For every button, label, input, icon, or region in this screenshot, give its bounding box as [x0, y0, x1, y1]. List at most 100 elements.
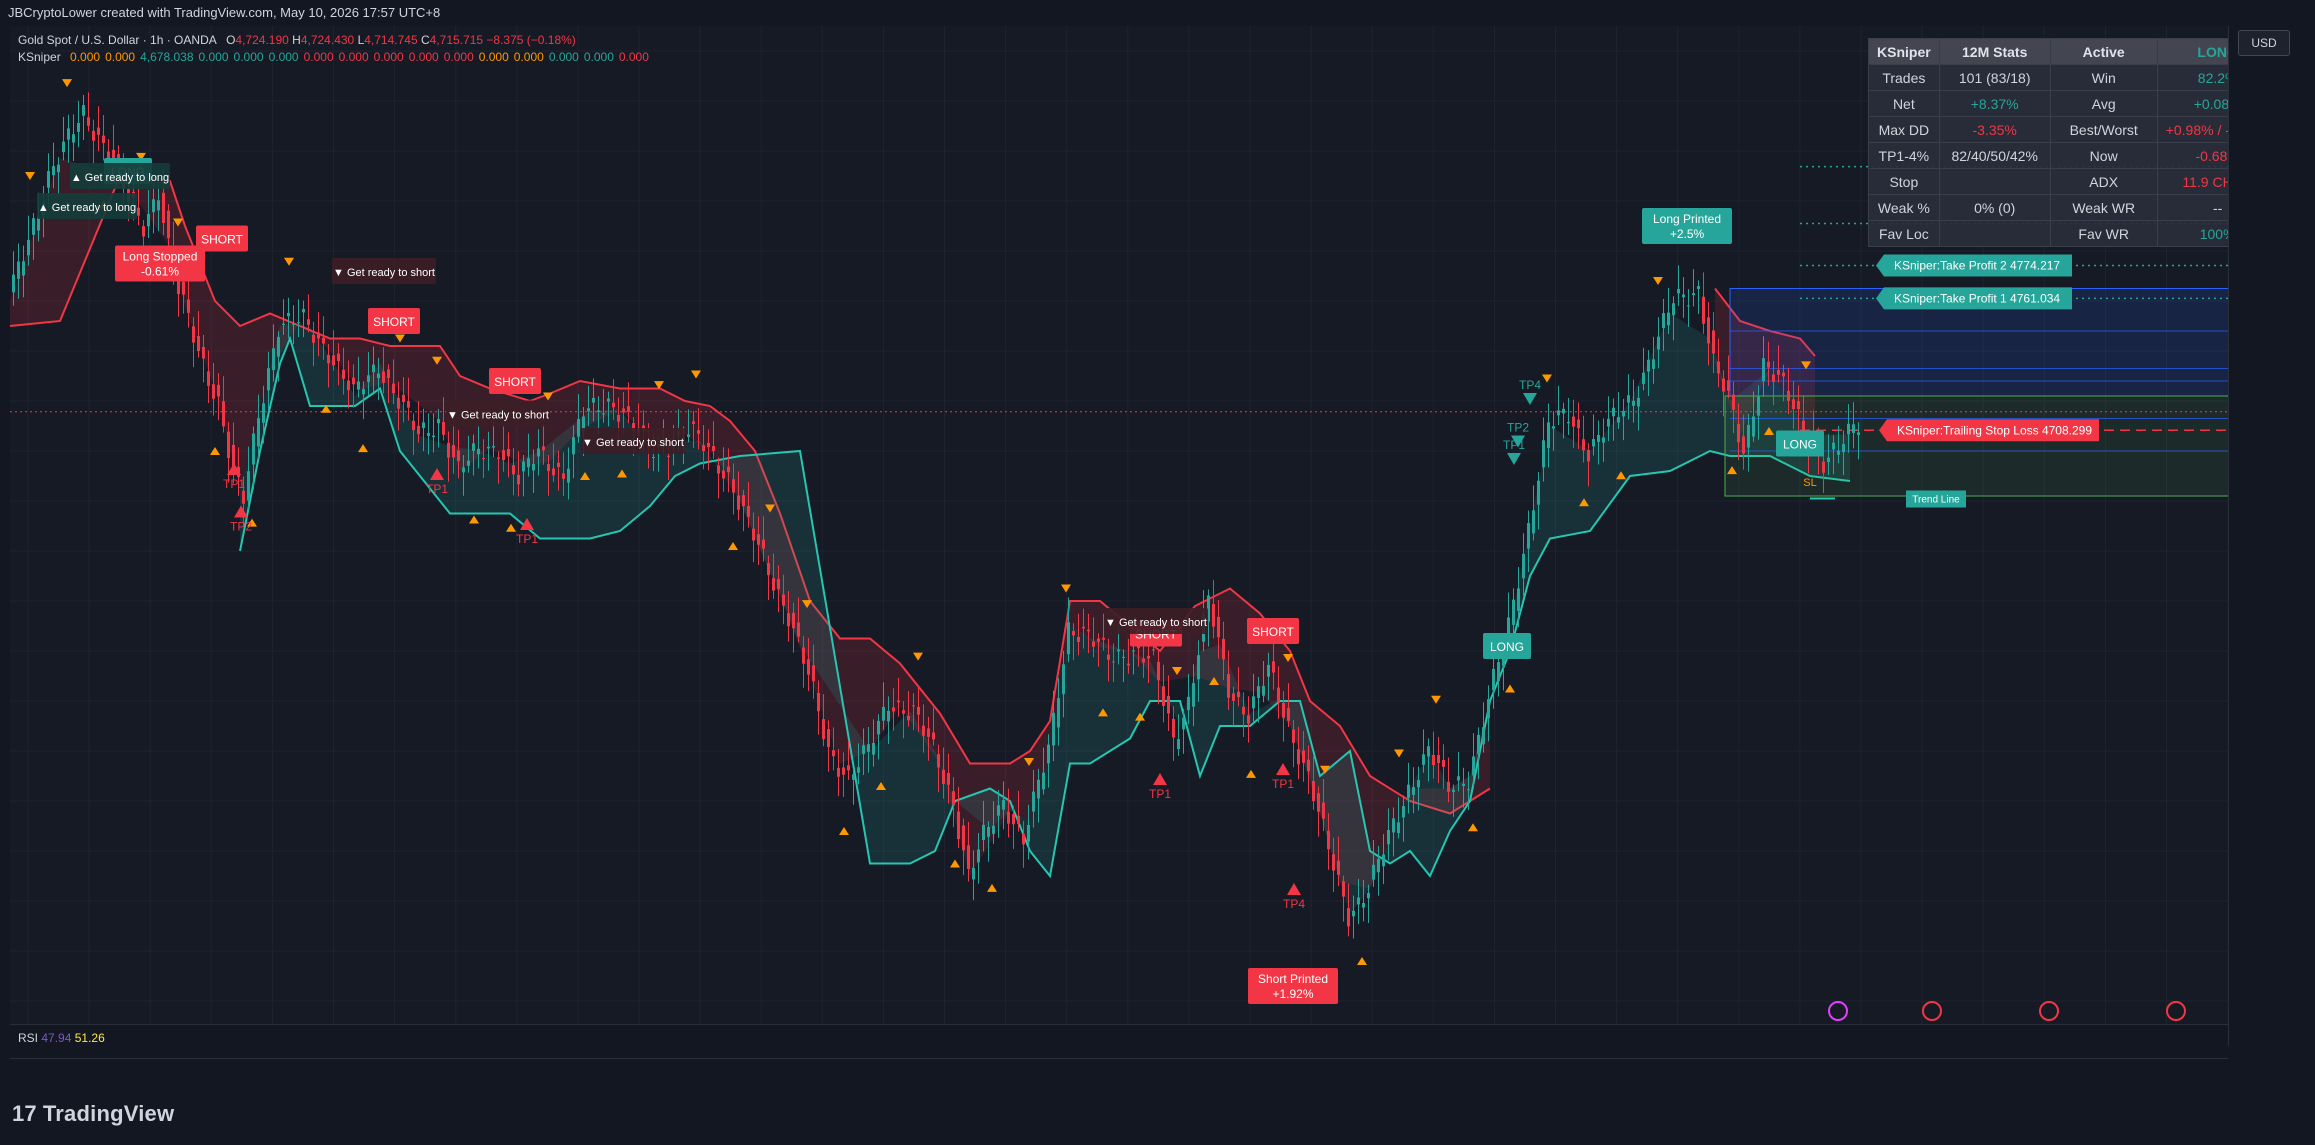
candle-body [767, 563, 770, 576]
indicator-name: KSniper [18, 50, 61, 64]
candle-body [697, 430, 700, 434]
candle-body [1692, 293, 1695, 296]
currency-button[interactable]: USD [2238, 30, 2290, 56]
candle-body [1302, 750, 1305, 763]
candle-body [1837, 450, 1840, 455]
open-value: 4,724.190 [235, 33, 289, 47]
candle-body [412, 420, 415, 431]
signal-triangle [1061, 584, 1071, 593]
candle-body [372, 364, 375, 373]
ready-short-label: ▼ Get ready to short [446, 400, 550, 427]
candle-body [1362, 902, 1365, 908]
candle-body [577, 419, 580, 437]
candle-body [1672, 303, 1675, 316]
candle-body [1492, 668, 1495, 691]
candle-body [1602, 437, 1605, 443]
stats-cell: -3.35% [1938, 116, 2051, 143]
candle-body [1172, 718, 1175, 738]
candle-body [617, 414, 620, 422]
candle-body [537, 448, 540, 457]
candle-body [1002, 799, 1005, 810]
indicator-value: 0.000 [618, 50, 649, 64]
stats-cell: 101 (83/18) [1938, 64, 2051, 91]
candle-body [1152, 649, 1155, 651]
candle-body [147, 213, 150, 227]
candle-body [502, 450, 505, 461]
candle-body [1037, 779, 1040, 799]
signal-triangle [839, 827, 849, 835]
stats-row: Weak % 0% (0) Weak WR -- [1868, 194, 2279, 221]
candle-body [727, 466, 730, 473]
tradingview-brand[interactable]: 17 TradingView [12, 1101, 174, 1127]
ready-short-label-text: ▼ Get ready to short [1105, 617, 1207, 629]
time-axis[interactable] [10, 1058, 2228, 1085]
stats-cell: Fav WR [2049, 220, 2158, 247]
candle-body [967, 845, 970, 869]
candle-body [1222, 638, 1225, 660]
us-flag-event-icon [1922, 1001, 1942, 1021]
candle-body [362, 389, 365, 395]
ready-long-label: ▲ Get ready to long [37, 193, 137, 219]
candle-body [1622, 411, 1625, 417]
short-signal-label-text: SHORT [373, 315, 415, 329]
candle-body [762, 539, 765, 549]
price-axis[interactable] [2228, 26, 2315, 1046]
tp-marker-icon [1523, 393, 1537, 405]
candle-body [607, 398, 610, 402]
tp-marker-label: TP1 [223, 477, 245, 491]
indicator-value: 0.000 [338, 50, 369, 64]
candle-body [1677, 288, 1680, 294]
candle-body [892, 707, 895, 712]
candle-body [907, 715, 910, 721]
tp-marker-label: TP1 [516, 532, 538, 546]
candle-body [1727, 380, 1730, 391]
candle-body [772, 578, 775, 591]
level-label-text: KSniper:Take Profit 1 4761.034 [1894, 291, 2060, 305]
candle-body [997, 805, 1000, 816]
candle-body [1167, 695, 1170, 714]
indicator-value: 0.000 [233, 50, 264, 64]
candle-body [1702, 296, 1705, 324]
candle-body [472, 443, 475, 451]
candle-body [357, 381, 360, 390]
candle-body [1687, 305, 1690, 307]
candle-body [1112, 661, 1115, 663]
candle-body [867, 744, 870, 752]
candle-body [1372, 864, 1375, 880]
candle-body [917, 706, 920, 715]
candle-body [12, 274, 15, 293]
candle-body [1317, 793, 1320, 812]
candle-body [1212, 604, 1215, 627]
candle-body [1017, 815, 1020, 825]
candle-body [747, 506, 750, 517]
high-label: H [292, 33, 301, 47]
candle-body [1022, 833, 1025, 845]
candle-body [1752, 416, 1755, 437]
candle-body [1667, 312, 1670, 326]
result-label-line1: Long Stopped [123, 250, 198, 264]
candle-body [1342, 881, 1345, 897]
signal-triangle [913, 652, 923, 661]
candle-body [1072, 631, 1075, 636]
stats-cell: +8.37% [1938, 90, 2051, 117]
candle-body [927, 728, 930, 737]
candle-body [1087, 629, 1090, 632]
ready-long-label-text: ▲ Get ready to long [71, 172, 169, 184]
rsi-pane[interactable] [10, 1024, 2228, 1059]
signal-triangle [358, 444, 368, 453]
candle-body [312, 334, 315, 343]
candle-body [1432, 754, 1435, 766]
result-label-line2: -0.61% [141, 265, 179, 279]
candle-body [567, 468, 570, 483]
candle-body [847, 765, 850, 771]
candle-body [932, 732, 935, 740]
ready-long-label: ▲ Get ready to long [70, 163, 170, 189]
ready-short-label-text: ▼ Get ready to short [447, 410, 549, 422]
indicator-value: 0.000 [583, 50, 614, 64]
short-signal-label-text: SHORT [201, 233, 243, 247]
stats-row: KSniper 12M Stats Active LONG [1868, 38, 2279, 65]
candle-body [1097, 638, 1100, 642]
candle-body [1617, 417, 1620, 423]
candle-body [1077, 636, 1080, 642]
candle-body [1852, 424, 1855, 433]
